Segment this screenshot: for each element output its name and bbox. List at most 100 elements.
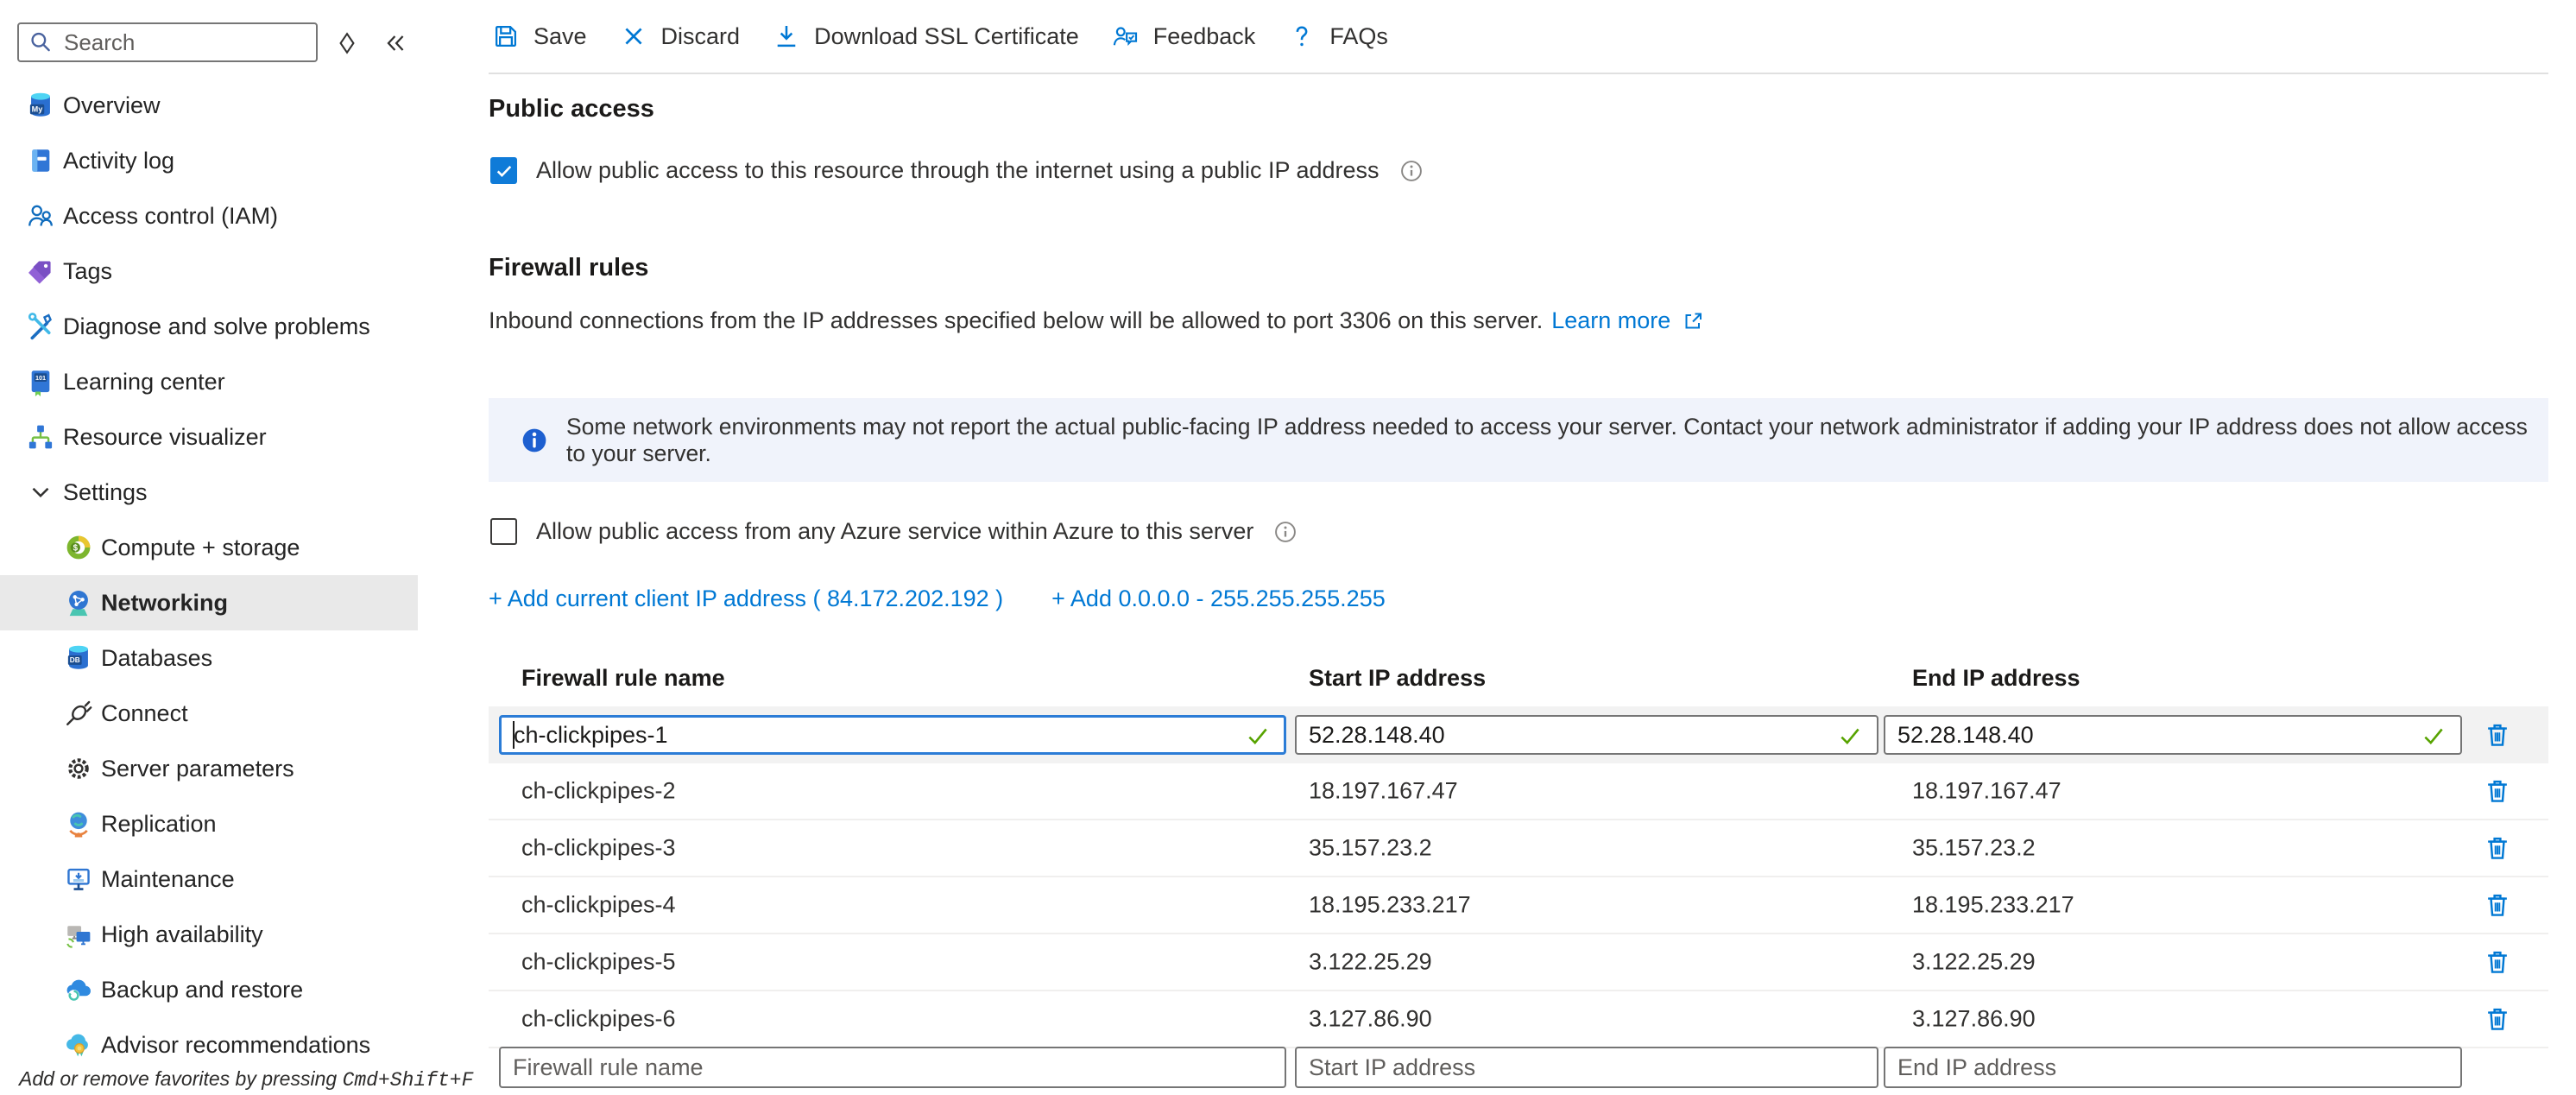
sidebar-item-diagnose-and-solve-problems[interactable]: Diagnose and solve problems xyxy=(0,299,418,354)
networking-pane: Save Discard Download SSL Certificate Feedb… xyxy=(489,0,2548,1095)
command-bar: Save Discard Download SSL Certificate Feedb… xyxy=(492,12,1388,60)
command-bar-divider xyxy=(489,73,2548,74)
column-header-end-ip: End IP address xyxy=(1912,665,2080,692)
diagnose-icon xyxy=(26,312,55,341)
discard-button[interactable]: Discard xyxy=(620,22,741,50)
azure-services-checkbox[interactable] xyxy=(490,518,517,545)
activity-log-icon xyxy=(26,146,55,175)
save-icon xyxy=(492,22,520,50)
sidebar-item-overview[interactable]: MyOverview xyxy=(0,78,418,133)
sidebar-item-access-control-iam[interactable]: Access control (IAM) xyxy=(0,188,418,244)
save-button[interactable]: Save xyxy=(492,22,587,50)
firewall-rule-row: ch-clickpipes-3 35.157.23.2 35.157.23.2 xyxy=(489,820,2548,877)
sidebar-nav: MyOverviewActivity logAccess control (IA… xyxy=(0,78,449,1073)
connect-icon xyxy=(64,699,93,728)
compute-storage-icon: $ xyxy=(64,533,93,562)
sidebar-item-label: Learning center xyxy=(63,369,225,396)
replication-icon xyxy=(64,809,93,839)
valid-check-icon xyxy=(2421,723,2447,749)
sidebar-item-networking[interactable]: Networking xyxy=(0,575,418,630)
svg-text:DB: DB xyxy=(70,656,80,664)
faq-icon xyxy=(1288,22,1316,50)
trash-icon xyxy=(2481,718,2514,751)
add-current-client-ip-link[interactable]: + Add current client IP address ( 84.172… xyxy=(489,585,1003,612)
azure-services-checkbox-label: Allow public access from any Azure servi… xyxy=(536,518,1253,545)
firewall-rule-row: ch-clickpipes-218.197.167.4718.197.167.4… xyxy=(489,763,2548,820)
info-banner-text: Some network environments may not report… xyxy=(566,414,2548,467)
sidebar-item-replication[interactable]: Replication xyxy=(0,796,418,851)
maintenance-icon xyxy=(64,864,93,894)
diamond-toggle-button[interactable] xyxy=(333,29,361,57)
sidebar-search[interactable] xyxy=(17,22,318,62)
high-availability-icon xyxy=(64,920,93,949)
firewall-rule-start-ip: 3.127.86.90 xyxy=(1309,1006,1432,1033)
delete-rule-button[interactable] xyxy=(2481,832,2514,864)
firewall-rule-row: ch-clickpipes-53.122.25.293.122.25.29 xyxy=(489,934,2548,991)
add-all-ips-link[interactable]: + Add 0.0.0.0 - 255.255.255.255 xyxy=(1051,585,1386,612)
firewall-rule-end-ip: 3.127.86.90 xyxy=(1912,1006,2036,1033)
favorites-hint: Add or remove favorites by pressing Cmd+… xyxy=(19,1067,473,1092)
sidebar-item-label: Tags xyxy=(63,258,112,285)
firewall-rules-description-row: Inbound connections from the IP addresse… xyxy=(489,307,1705,334)
sidebar-item-label: Compute + storage xyxy=(101,535,300,561)
sidebar-item-tags[interactable]: Tags xyxy=(0,244,418,299)
firewall-rule-end-ip: 18.195.233.217 xyxy=(1912,892,2074,919)
firewall-rule-end-ip: 35.157.23.2 xyxy=(1912,835,2036,862)
tags-icon xyxy=(26,256,55,286)
firewall-rules-heading: Firewall rules xyxy=(489,254,648,282)
search-icon xyxy=(28,29,54,55)
sidebar-item-maintenance[interactable]: Maintenance xyxy=(0,851,418,907)
faqs-button[interactable]: FAQs xyxy=(1288,22,1388,50)
backup-restore-icon xyxy=(64,975,93,1004)
svg-text:101: 101 xyxy=(35,374,46,382)
delete-rule-button[interactable] xyxy=(2481,718,2514,751)
sidebar-item-server-parameters[interactable]: Server parameters xyxy=(0,741,418,796)
new-end-ip-input[interactable] xyxy=(1884,1047,2462,1088)
feedback-button[interactable]: Feedback xyxy=(1112,22,1256,50)
info-icon[interactable] xyxy=(1398,158,1424,184)
rule-name-input[interactable] xyxy=(499,715,1286,755)
sidebar-item-databases[interactable]: DB Databases xyxy=(0,630,418,686)
public-access-checkbox[interactable] xyxy=(490,157,517,184)
sidebar-item-label: Advisor recommendations xyxy=(101,1032,370,1059)
sidebar-item-compute-storage[interactable]: $ Compute + storage xyxy=(0,520,418,575)
sidebar-item-advisor-recommendations[interactable]: Advisor recommendations xyxy=(0,1017,418,1073)
search-input[interactable] xyxy=(62,28,307,57)
diamond-icon xyxy=(333,29,361,57)
sidebar-item-settings[interactable]: Settings xyxy=(0,465,418,520)
sidebar-item-label: Maintenance xyxy=(101,866,235,893)
svg-text:My: My xyxy=(32,105,44,114)
delete-rule-button[interactable] xyxy=(2481,775,2514,807)
firewall-rule-name: ch-clickpipes-3 xyxy=(521,835,676,862)
firewall-rule-name: ch-clickpipes-4 xyxy=(521,892,676,919)
delete-rule-button[interactable] xyxy=(2481,1003,2514,1035)
sidebar-item-resource-visualizer[interactable]: Resource visualizer xyxy=(0,409,418,465)
new-rule-name-input[interactable] xyxy=(499,1047,1286,1088)
firewall-rule-rows: ch-clickpipes-218.197.167.4718.197.167.4… xyxy=(489,763,2548,1048)
download-ssl-certificate-button[interactable]: Download SSL Certificate xyxy=(773,22,1079,50)
sidebar-item-label: Databases xyxy=(101,645,212,672)
download-icon xyxy=(773,22,800,50)
sidebar-item-backup-and-restore[interactable]: Backup and restore xyxy=(0,962,418,1017)
column-header-rule-name: Firewall rule name xyxy=(521,665,725,692)
sidebar-item-high-availability[interactable]: High availability xyxy=(0,907,418,962)
sidebar-item-connect[interactable]: Connect xyxy=(0,686,418,741)
info-icon[interactable] xyxy=(1272,519,1298,545)
new-start-ip-input[interactable] xyxy=(1295,1047,1878,1088)
delete-rule-button[interactable] xyxy=(2481,889,2514,921)
sidebar-item-activity-log[interactable]: Activity log xyxy=(0,133,418,188)
start-ip-input[interactable] xyxy=(1295,715,1878,755)
trash-icon xyxy=(2481,946,2514,978)
firewall-rule-name: ch-clickpipes-6 xyxy=(521,1006,676,1033)
firewall-rule-editing-row xyxy=(489,706,2548,763)
sidebar-item-label: Settings xyxy=(63,479,148,506)
sidebar-item-label: Server parameters xyxy=(101,756,294,782)
sidebar-item-label: High availability xyxy=(101,921,263,948)
end-ip-input[interactable] xyxy=(1884,715,2462,755)
sidebar-item-learning-center[interactable]: 101 Learning center xyxy=(0,354,418,409)
delete-rule-button[interactable] xyxy=(2481,946,2514,978)
learning-center-icon: 101 xyxy=(26,367,55,396)
firewall-rule-start-ip: 35.157.23.2 xyxy=(1309,835,1432,862)
collapse-sidebar-button[interactable] xyxy=(382,29,409,57)
learn-more-link[interactable]: Learn more xyxy=(1551,307,1670,334)
